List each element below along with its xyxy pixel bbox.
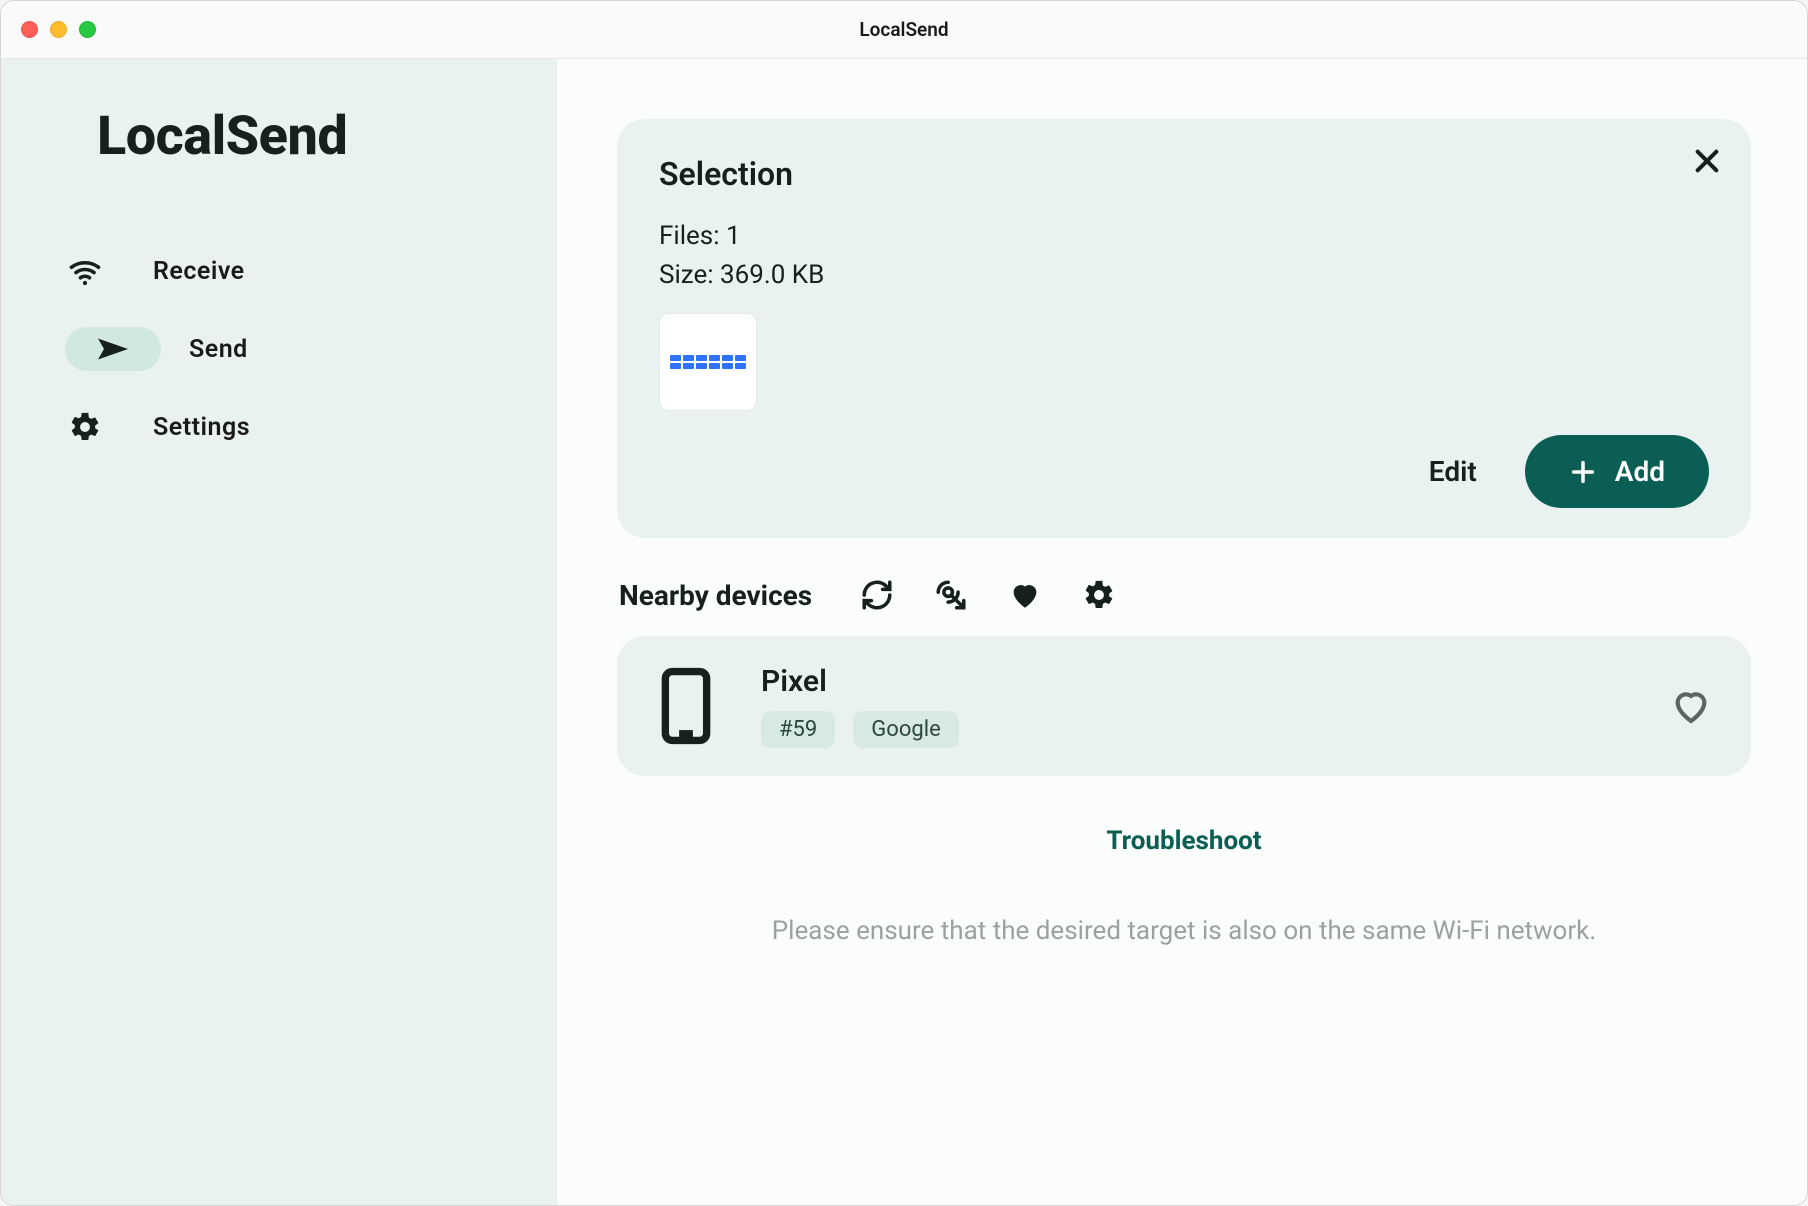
edit-button[interactable]: Edit (1429, 455, 1477, 488)
device-favorite-button[interactable] (1671, 686, 1711, 726)
nav-item-send[interactable]: Send (35, 316, 556, 382)
nearby-devices-header: Nearby devices (619, 576, 1751, 614)
selection-thumbnail[interactable] (659, 313, 757, 411)
window-title: LocalSend (1, 18, 1807, 41)
app-title: LocalSend (97, 105, 556, 168)
refresh-button[interactable] (858, 576, 896, 614)
files-label: Files: (659, 221, 720, 251)
send-icon (95, 335, 131, 363)
selection-title: Selection (659, 155, 1709, 193)
wifi-hint-text: Please ensure that the desired target is… (617, 916, 1751, 946)
device-info: Pixel #59 Google (761, 664, 1625, 748)
scan-button[interactable] (932, 576, 970, 614)
size-label: Size: (659, 260, 714, 290)
selection-card: Selection Files: 1 Size: 369.0 KB (617, 119, 1751, 538)
device-name: Pixel (761, 664, 1625, 699)
app-body: LocalSend Receive (1, 59, 1807, 1205)
selection-close-button[interactable] (1691, 145, 1723, 177)
nav-item-label: Receive (153, 257, 245, 286)
selection-size-line: Size: 369.0 KB (659, 256, 1709, 295)
selection-files-line: Files: 1 (659, 217, 1709, 256)
app-window: LocalSend LocalSend Receive (0, 0, 1808, 1206)
titlebar: LocalSend (1, 1, 1807, 59)
nav-item-label: Send (189, 335, 248, 364)
nav-item-settings[interactable]: Settings (35, 394, 556, 460)
gear-icon (65, 410, 105, 444)
thumbnail-preview-icon (670, 333, 747, 391)
device-card[interactable]: Pixel #59 Google (617, 636, 1751, 776)
files-count: 1 (726, 221, 741, 251)
add-button-label: Add (1615, 455, 1665, 488)
nearby-settings-button[interactable] (1080, 576, 1118, 614)
nav-item-label: Settings (153, 413, 250, 442)
device-tag: Google (853, 711, 958, 748)
plus-icon (1569, 458, 1597, 486)
window-controls (21, 21, 96, 38)
window-maximize-button[interactable] (79, 21, 96, 38)
selection-actions: Edit Add (659, 435, 1709, 508)
nav: Receive Send (1, 238, 556, 460)
main-content: Selection Files: 1 Size: 369.0 KB (557, 59, 1807, 1205)
add-button[interactable]: Add (1525, 435, 1709, 508)
favorites-button[interactable] (1006, 576, 1044, 614)
sidebar: LocalSend Receive (1, 59, 557, 1205)
device-tags: #59 Google (761, 711, 1625, 748)
size-value: 369.0 KB (720, 260, 824, 290)
selection-info: Files: 1 Size: 369.0 KB (659, 217, 1709, 295)
device-tag: #59 (761, 711, 835, 748)
phone-icon (657, 667, 715, 745)
wifi-icon (65, 253, 105, 289)
window-minimize-button[interactable] (50, 21, 67, 38)
nav-item-receive[interactable]: Receive (35, 238, 556, 304)
troubleshoot-link[interactable]: Troubleshoot (617, 826, 1751, 856)
nav-active-pill (65, 327, 161, 371)
window-close-button[interactable] (21, 21, 38, 38)
nearby-devices-label: Nearby devices (619, 579, 812, 612)
